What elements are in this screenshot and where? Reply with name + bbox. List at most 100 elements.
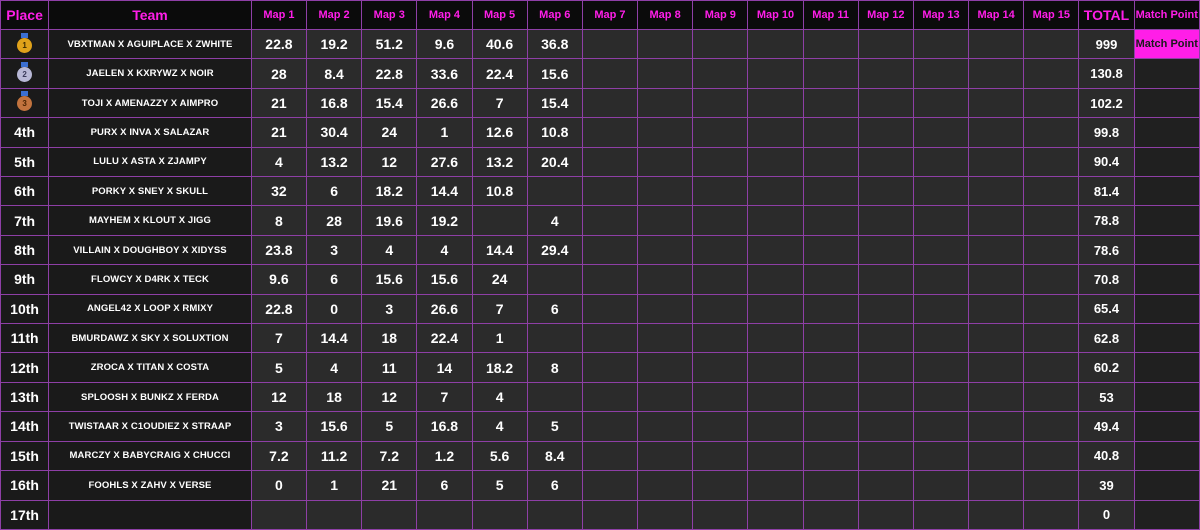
total-cell: 60.2 <box>1078 352 1135 383</box>
table-row: 17th 0 <box>0 499 1200 530</box>
total-cell: 0 <box>1078 499 1135 530</box>
map-8-score <box>637 28 694 60</box>
map-9-score <box>692 58 749 89</box>
match-point-cell <box>1133 381 1200 413</box>
header-row: Place Team Map 1 Map 2 Map 3 Map 4 Map 5 Map … <box>0 0 1200 30</box>
total-cell: 53 <box>1078 381 1135 413</box>
match-point-cell: Match Point <box>1133 28 1200 60</box>
map-1-score: 12 <box>250 381 308 413</box>
map-10-score <box>747 117 804 148</box>
map-6-score: 15.6 <box>526 58 583 89</box>
map-15-score <box>1023 176 1080 207</box>
map-10-score <box>747 28 804 60</box>
map-3-score: 22.8 <box>361 58 418 89</box>
place-cell: 16th <box>0 470 50 501</box>
silver-medal-icon: 2 <box>17 62 33 82</box>
map-12-score <box>857 470 914 501</box>
table-row: 5th LULU X ASTA X ZJAMPY 4 13.2 12 27.6 13.2 20… <box>0 146 1200 178</box>
map-9-score <box>692 87 749 119</box>
map-13-score <box>912 411 970 442</box>
map-7-score <box>581 293 639 325</box>
map-11-score <box>802 381 859 413</box>
map-8-score <box>637 117 694 148</box>
map-14-score <box>968 440 1025 472</box>
map-9-score <box>692 381 749 413</box>
place-cell: 9th <box>0 264 50 295</box>
map-4-score: 19.2 <box>416 205 473 236</box>
match-point-cell <box>1133 293 1200 325</box>
match-point-cell <box>1133 440 1200 472</box>
team-cell: BMURDAWZ X SKY X SOLUXTION <box>48 323 252 354</box>
map-1-score: 28 <box>250 58 308 89</box>
map-12-score <box>857 323 914 354</box>
team-cell: MARCZY X BABYCRAIG X CHUCCI <box>48 440 252 472</box>
match-point-cell <box>1133 234 1200 266</box>
map-1-score: 3 <box>250 411 308 442</box>
map-14-score <box>968 352 1025 383</box>
map-15-score <box>1023 58 1080 89</box>
map-8-score <box>637 264 694 295</box>
map-10-score <box>747 352 804 383</box>
map-6-score <box>526 499 583 530</box>
map-15-score <box>1023 323 1080 354</box>
map-9-score <box>692 411 749 442</box>
total-cell: 40.8 <box>1078 440 1135 472</box>
place-cell: 13th <box>0 381 50 413</box>
map-4-header: Map 4 <box>416 0 473 30</box>
map-2-score: 28 <box>305 205 363 236</box>
team-cell: FLOWCY X D4RK X TECK <box>48 264 252 295</box>
map-6-score: 8 <box>526 352 583 383</box>
map-13-header: Map 13 <box>912 0 970 30</box>
map-12-score <box>857 176 914 207</box>
map-3-score: 3 <box>361 293 418 325</box>
map-4-score: 1 <box>416 117 473 148</box>
team-cell: FOOHLS X ZAHV X VERSE <box>48 470 252 501</box>
map-6-score: 4 <box>526 205 583 236</box>
map-12-score <box>857 499 914 530</box>
map-10-score <box>747 264 804 295</box>
table-row: 15th MARCZY X BABYCRAIG X CHUCCI 7.2 11.2 7.… <box>0 440 1200 472</box>
map-10-score <box>747 58 804 89</box>
map-8-score <box>637 234 694 266</box>
map-4-score: 4 <box>416 234 473 266</box>
map-6-score <box>526 176 583 207</box>
team-cell: TWISTAAR X C1OUDIEZ X STRAAP <box>48 411 252 442</box>
match-point-cell <box>1133 176 1200 207</box>
total-cell: 70.8 <box>1078 264 1135 295</box>
map-2-score: 13.2 <box>305 146 363 178</box>
map-4-score: 14.4 <box>416 176 473 207</box>
team-cell: SPLOOSH X BUNKZ X FERDA <box>48 381 252 413</box>
team-cell: VBXTMAN X AGUIPLACE X ZWHITE <box>48 28 252 60</box>
map-2-score: 4 <box>305 352 363 383</box>
map-4-score: 26.6 <box>416 87 473 119</box>
map-14-score <box>968 381 1025 413</box>
map-5-score: 1 <box>471 323 528 354</box>
map-3-score: 15.6 <box>361 264 418 295</box>
map-7-score <box>581 58 639 89</box>
map-6-score <box>526 381 583 413</box>
map-8-score <box>637 176 694 207</box>
place-cell: 2 <box>0 58 50 89</box>
map-8-score <box>637 205 694 236</box>
map-1-score: 21 <box>250 87 308 119</box>
map-10-score <box>747 470 804 501</box>
map-14-score <box>968 470 1025 501</box>
map-15-score <box>1023 352 1080 383</box>
map-5-score: 4 <box>471 411 528 442</box>
map-4-score: 9.6 <box>416 28 473 60</box>
map-14-score <box>968 58 1025 89</box>
map-9-score <box>692 146 749 178</box>
map-14-score <box>968 234 1025 266</box>
team-cell: JAELEN X KXRYWZ X NOIR <box>48 58 252 89</box>
map-10-score <box>747 146 804 178</box>
map-12-score <box>857 205 914 236</box>
map-10-score <box>747 381 804 413</box>
map-2-score: 18 <box>305 381 363 413</box>
map-5-score: 22.4 <box>471 58 528 89</box>
map-12-score <box>857 411 914 442</box>
map-6-score <box>526 264 583 295</box>
map-2-score: 19.2 <box>305 28 363 60</box>
map-8-score <box>637 470 694 501</box>
map-11-score <box>802 411 859 442</box>
match-point-header: Match Point <box>1133 0 1200 30</box>
